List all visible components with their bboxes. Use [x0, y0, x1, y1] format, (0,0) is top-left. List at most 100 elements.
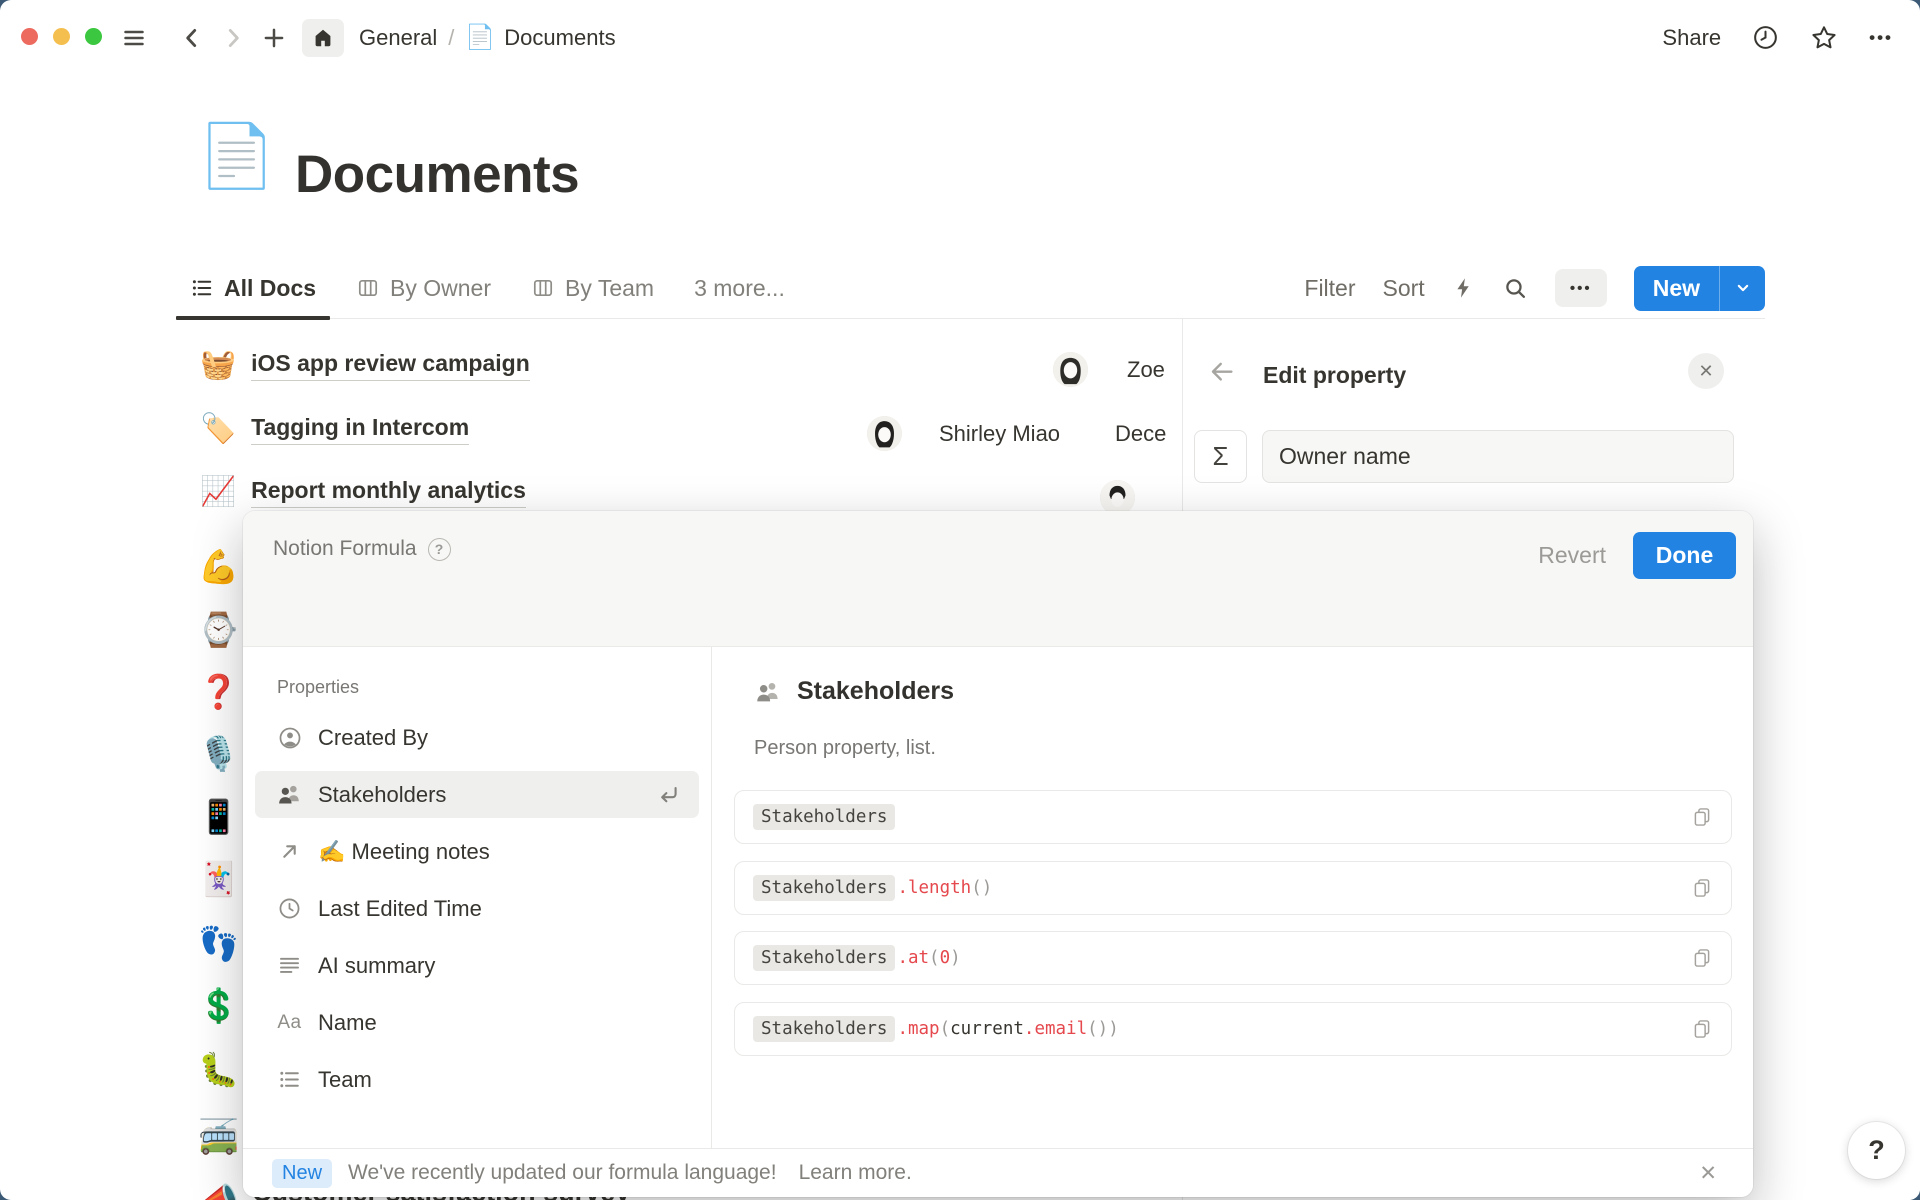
favorite-star-icon[interactable]	[1810, 24, 1838, 52]
code-function: .map	[897, 1019, 939, 1039]
row-title[interactable]: iOS app review campaign	[251, 350, 530, 381]
row-icon[interactable]: 📱	[198, 800, 239, 833]
breadcrumb-separator: /	[448, 25, 454, 51]
property-label: Stakeholders	[318, 782, 446, 808]
person-circle-icon	[276, 725, 303, 751]
row-icon[interactable]: 🃏	[198, 862, 239, 895]
page-title[interactable]: Documents	[295, 144, 579, 205]
row-icon[interactable]: 🎙️	[198, 737, 239, 770]
revert-button[interactable]: Revert	[1538, 542, 1606, 569]
row-icon[interactable]: 👣	[198, 927, 239, 960]
new-button[interactable]: New	[1634, 266, 1765, 311]
back-icon[interactable]	[179, 25, 205, 51]
row-icon[interactable]: 🧺	[200, 351, 236, 380]
property-label: Name	[318, 1010, 377, 1036]
list-icon	[276, 1067, 303, 1092]
row-icon[interactable]: 🏷️	[200, 415, 236, 444]
code-paren: ()	[971, 878, 992, 898]
tab-all-docs[interactable]: All Docs	[190, 258, 316, 318]
code-token: Stakeholders	[753, 945, 895, 971]
new-dropdown-chevron-icon[interactable]	[1720, 266, 1765, 311]
help-button[interactable]: ?	[1848, 1122, 1905, 1179]
more-options-icon[interactable]: •••	[1869, 28, 1893, 48]
breadcrumb: General / 📄 Documents	[359, 23, 616, 52]
tab-more-views[interactable]: 3 more...	[694, 258, 785, 318]
close-window-button[interactable]	[21, 28, 38, 45]
table-row: 🏷️ Tagging in Intercom	[200, 414, 469, 445]
row-icon[interactable]: 📈	[200, 478, 236, 507]
close-icon[interactable]: ✕	[1688, 353, 1724, 389]
tab-by-team[interactable]: By Team	[531, 258, 654, 318]
doc-property-title: Stakeholders	[797, 677, 954, 706]
row-icon[interactable]: ❓	[198, 675, 239, 708]
page-icon[interactable]: 📄	[198, 126, 275, 188]
properties-section-label: Properties	[277, 677, 711, 698]
sort-button[interactable]: Sort	[1383, 275, 1425, 302]
text-lines-icon	[276, 953, 303, 978]
property-item-created-by[interactable]: Created By	[255, 714, 699, 761]
formula-example: Stakeholders.map(current.email())	[734, 1002, 1732, 1056]
new-button-label[interactable]: New	[1634, 266, 1719, 311]
filter-button[interactable]: Filter	[1304, 275, 1355, 302]
back-arrow-icon[interactable]	[1207, 357, 1237, 387]
search-icon[interactable]	[1503, 276, 1528, 301]
code-number: 0	[940, 948, 951, 968]
formula-help-icon[interactable]: ?	[428, 538, 451, 561]
code-paren: (	[940, 1019, 951, 1039]
minimize-window-button[interactable]	[53, 28, 70, 45]
property-label: Created By	[318, 725, 428, 751]
tab-by-owner[interactable]: By Owner	[356, 258, 491, 318]
date-cell[interactable]: Dece	[1115, 421, 1166, 447]
banner-text: We've recently updated our formula langu…	[348, 1161, 777, 1185]
row-icon[interactable]: 🚎	[198, 1120, 239, 1153]
person-cell[interactable]: Shirley Miao	[939, 421, 1060, 447]
row-icon[interactable]: 🐛	[198, 1053, 239, 1086]
property-item-stakeholders[interactable]: Stakeholders	[255, 771, 699, 818]
property-item-team[interactable]: Team	[255, 1056, 699, 1103]
row-icon[interactable]: 📣	[198, 1183, 239, 1200]
formula-sigma-icon[interactable]: Σ	[1194, 430, 1247, 483]
breadcrumb-root[interactable]: General	[359, 25, 437, 51]
property-name-input[interactable]	[1262, 430, 1734, 483]
new-tab-plus-icon[interactable]	[261, 25, 287, 51]
clock-icon	[276, 896, 303, 921]
recent-clock-icon[interactable]	[1752, 24, 1779, 51]
view-options-icon[interactable]: •••	[1555, 269, 1607, 307]
zoom-window-button[interactable]	[85, 28, 102, 45]
home-button[interactable]	[302, 19, 344, 57]
formula-update-banner: New We've recently updated our formula l…	[243, 1148, 1753, 1197]
automation-bolt-icon[interactable]	[1452, 276, 1476, 300]
row-title[interactable]: Report monthly analytics	[251, 477, 526, 508]
tab-label: All Docs	[224, 275, 316, 302]
property-item-name[interactable]: Aa Name	[255, 999, 699, 1046]
banner-learn-more-link[interactable]: Learn more.	[799, 1161, 912, 1185]
formula-doc-column: Stakeholders Person property, list. Stak…	[712, 647, 1753, 1148]
formula-example: Stakeholders	[734, 790, 1732, 844]
share-button[interactable]: Share	[1662, 25, 1721, 51]
people-icon	[754, 678, 782, 706]
people-icon	[276, 781, 303, 808]
forward-icon[interactable]	[220, 25, 246, 51]
property-item-ai-summary[interactable]: AI summary	[255, 942, 699, 989]
copy-icon[interactable]	[1691, 806, 1713, 828]
sidebar-menu-icon[interactable]	[120, 26, 148, 50]
person-cell[interactable]: Zoe	[1127, 357, 1165, 383]
formula-popup-title: Notion Formula	[273, 537, 417, 561]
close-icon[interactable]: ✕	[1699, 1161, 1717, 1186]
row-title[interactable]: Tagging in Intercom	[251, 414, 469, 445]
copy-icon[interactable]	[1691, 947, 1713, 969]
row-icon[interactable]: 💪	[198, 550, 239, 583]
breadcrumb-page[interactable]: Documents	[504, 25, 615, 51]
property-item-meeting-notes[interactable]: ✍️ Meeting notes	[255, 828, 699, 875]
row-icon[interactable]: ⌚	[198, 613, 239, 646]
code-token: Stakeholders	[753, 1016, 895, 1042]
copy-icon[interactable]	[1691, 1018, 1713, 1040]
copy-icon[interactable]	[1691, 877, 1713, 899]
row-icon[interactable]: 💲	[198, 989, 239, 1022]
property-label: ✍️ Meeting notes	[318, 839, 490, 865]
code-token: Stakeholders	[753, 875, 895, 901]
formula-example: Stakeholders.at(0)	[734, 931, 1732, 985]
done-button[interactable]: Done	[1633, 532, 1736, 579]
property-item-last-edited-time[interactable]: Last Edited Time	[255, 885, 699, 932]
formula-input-area[interactable]: Notion Formula ? Revert Done	[243, 511, 1753, 647]
